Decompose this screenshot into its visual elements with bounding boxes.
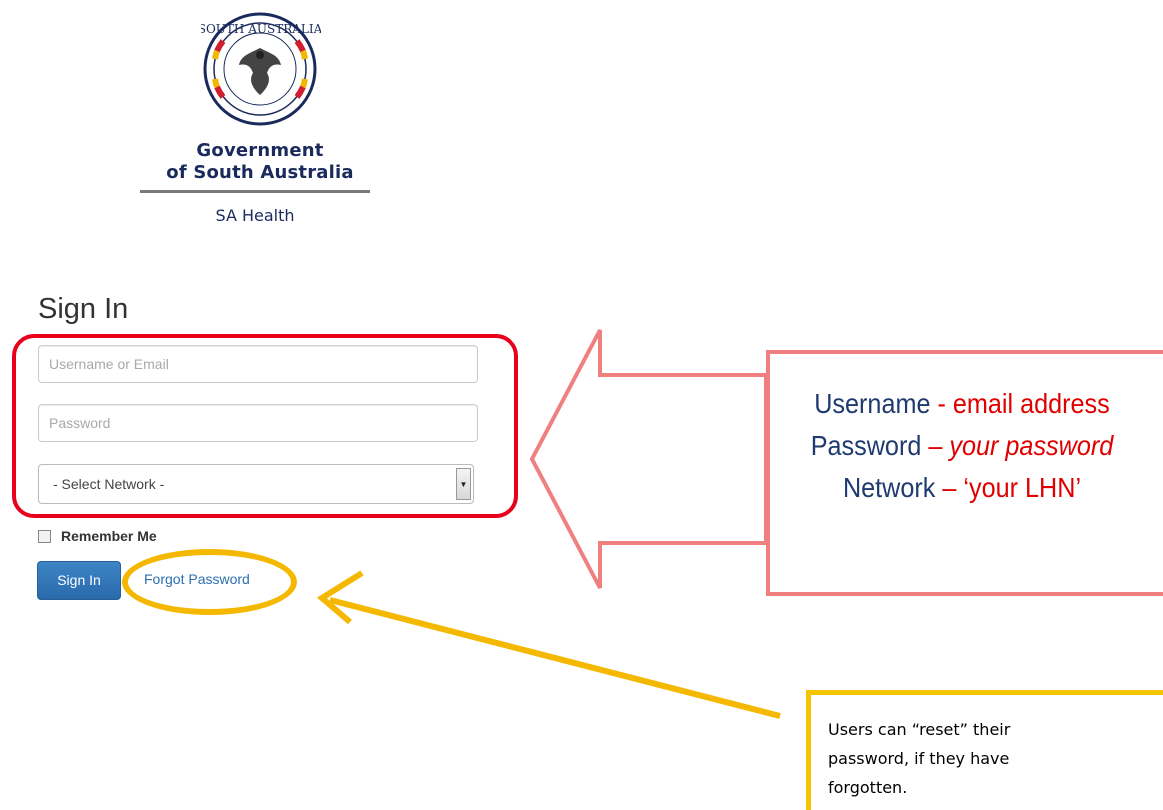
logo-divider xyxy=(140,190,370,193)
government-logo: SOUTH AUSTRALIA Government of South Aust… xyxy=(140,0,380,240)
forgot-password-link[interactable]: Forgot Password xyxy=(144,571,250,587)
gov-title-line2: of South Australia xyxy=(166,162,354,183)
callout-username-label: Username xyxy=(814,388,931,419)
callout-network-label: Network xyxy=(842,472,936,503)
chevron-down-icon[interactable]: ▼ xyxy=(456,468,471,500)
network-select[interactable]: - Select Network - ▼ xyxy=(38,464,474,504)
remember-me[interactable]: Remember Me xyxy=(38,528,157,544)
password-input[interactable] xyxy=(38,404,478,442)
yellow-arrow-shaft xyxy=(329,597,781,719)
yellow-arrow-head-icon xyxy=(316,570,364,625)
callout-sep: – xyxy=(935,472,964,503)
credentials-callout-text: Username - email address Password – your… xyxy=(782,383,1142,509)
username-input[interactable] xyxy=(38,345,478,383)
callout-password-label: Password xyxy=(810,430,922,461)
callout-password-value: your password xyxy=(949,430,1114,461)
red-arrow-icon xyxy=(529,329,768,589)
page-title: Sign In xyxy=(38,293,129,325)
seal-text: SOUTH AUSTRALIA xyxy=(201,22,321,36)
department-name: SA Health xyxy=(215,206,295,225)
sign-in-button[interactable]: Sign In xyxy=(37,561,121,600)
gov-title-line1: Government xyxy=(196,140,324,161)
callout-sep: - xyxy=(930,388,953,419)
network-select-value: - Select Network - xyxy=(53,476,165,492)
callout-username-value: email address xyxy=(952,388,1110,419)
callout-network-value: ‘your LHN’ xyxy=(963,472,1082,503)
callout-sep: – xyxy=(921,430,950,461)
checkbox-icon[interactable] xyxy=(38,529,51,543)
remember-me-label: Remember Me xyxy=(61,528,157,544)
south-australia-seal-icon: SOUTH AUSTRALIA xyxy=(201,12,321,126)
reset-callout-text: Users can “reset” their password, if the… xyxy=(828,720,1011,797)
